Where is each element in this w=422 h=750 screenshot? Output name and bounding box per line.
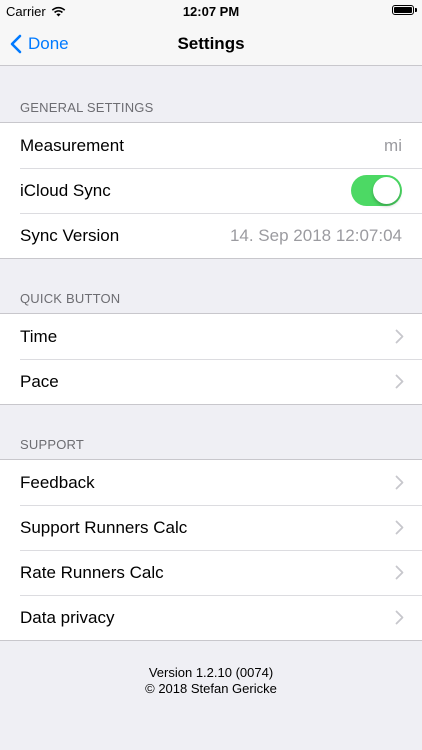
support-item-rate-runners-calc[interactable]: Rate Runners Calc [0,550,422,595]
status-time: 12:07 PM [182,4,240,19]
quick-item-time[interactable]: Time [0,314,422,359]
page-title: Settings [177,34,245,53]
quick-item-label: Time [20,326,58,346]
sync-version-value: 14. Sep 2018 12:07:04 [229,225,402,245]
section-header-quick: QUICK BUTTON [20,291,121,306]
quick-button-group: Time Pace [0,313,422,405]
chevron-right-icon [395,565,404,580]
icloud-sync-toggle[interactable] [351,175,402,206]
status-bar: Carrier 12:07 PM [0,0,422,22]
version-label: Version 1.2.10 (0074) [148,665,274,680]
support-item-support-runners-calc[interactable]: Support Runners Calc [0,505,422,550]
section-header-general: GENERAL SETTINGS [20,100,154,115]
support-group: Feedback Support Runners Calc Rate Runne… [0,459,422,641]
support-item-label: Feedback [20,472,95,492]
toggle-knob [373,177,400,204]
footer: Version 1.2.10 (0074) © 2018 Stefan Geri… [0,665,422,697]
support-item-label: Rate Runners Calc [20,562,164,582]
support-item-feedback[interactable]: Feedback [0,460,422,505]
sync-version-label: Sync Version [20,225,120,245]
support-item-label: Support Runners Calc [20,517,188,537]
measurement-label: Measurement [20,135,124,155]
quick-item-pace[interactable]: Pace [0,359,422,404]
chevron-right-icon [395,520,404,535]
copyright-label: © 2018 Stefan Gericke [145,681,277,696]
chevron-right-icon [395,475,404,490]
icloud-sync-row: iCloud Sync [0,168,422,213]
battery-icon [392,5,414,15]
general-settings-group: Measurement mi iCloud Sync Sync Version … [0,122,422,259]
measurement-row[interactable]: Measurement mi [0,123,422,168]
chevron-right-icon [395,610,404,625]
section-header-support: SUPPORT [20,437,85,452]
icloud-sync-label: iCloud Sync [20,180,111,200]
measurement-value: mi [384,135,402,155]
quick-item-label: Pace [20,371,59,391]
nav-bar: Done Settings [0,22,422,66]
support-item-data-privacy[interactable]: Data privacy [0,595,422,640]
chevron-right-icon [395,329,404,344]
chevron-right-icon [395,374,404,389]
support-item-label: Data privacy [20,607,115,627]
sync-version-row: Sync Version 14. Sep 2018 12:07:04 [0,213,422,258]
battery-tip [415,8,417,12]
